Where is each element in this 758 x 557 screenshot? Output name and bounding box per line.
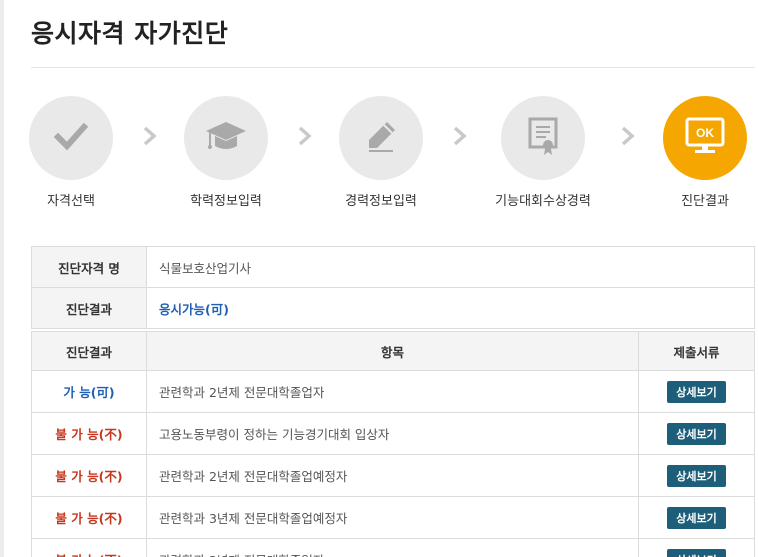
monitor-ok-icon: OK [683, 116, 727, 160]
graduation-cap-icon [204, 116, 248, 160]
header-item: 항목 [146, 331, 639, 371]
step-label: 진단결과 [681, 194, 729, 209]
certificate-icon [526, 116, 560, 160]
row-result: 불 가 능(不) [31, 454, 147, 497]
qualification-value: 식물보호산업기사 [146, 246, 755, 288]
check-icon [53, 119, 89, 157]
page-title: 응시자격 자가진단 [31, 19, 229, 48]
step-label: 기능대회수상경력 [495, 194, 591, 209]
step-circle [184, 96, 268, 180]
results-table: 진단결과 항목 제출서류 가 능(可) 관련학과 2년제 전문대학졸업자 상세보… [31, 331, 755, 557]
step-label: 경력정보입력 [345, 194, 417, 209]
row-item: 관련학과 3년제 전문대학졸업자 [146, 538, 639, 557]
diagnosis-info-table: 진단자격 명 식물보호산업기사 진단결과 응시가능(可) [31, 246, 755, 329]
row-item: 관련학과 2년제 전문대학졸업자 [146, 370, 639, 413]
qualification-row: 진단자격 명 식물보호산업기사 [31, 246, 755, 288]
table-row: 불 가 능(不) 관련학과 2년제 전문대학졸업예정자 상세보기 [31, 454, 755, 497]
row-item: 관련학과 3년제 전문대학졸업예정자 [146, 496, 639, 539]
progress-steps: 자격선택 학력정보입력 경력정보입력 기능대회수상경력 OK 진단결과 [0, 96, 758, 216]
table-row: 불 가 능(不) 고용노동부령이 정하는 기능경기대회 입상자 상세보기 [31, 412, 755, 455]
step-label: 자격선택 [47, 194, 95, 209]
step-circle [29, 96, 113, 180]
table-row: 불 가 능(不) 관련학과 3년제 전문대학졸업예정자 상세보기 [31, 496, 755, 539]
pencil-icon [363, 118, 399, 158]
step-label: 학력정보입력 [190, 194, 262, 209]
header-docs: 제출서류 [638, 331, 755, 371]
title-divider [31, 67, 755, 68]
row-item: 관련학과 2년제 전문대학졸업예정자 [146, 454, 639, 497]
row-result: 불 가 능(不) [31, 412, 147, 455]
step-qualification: 자격선택 [11, 96, 131, 209]
step-competition: 기능대회수상경력 [483, 96, 603, 209]
detail-button[interactable]: 상세보기 [667, 464, 726, 487]
row-item: 고용노동부령이 정하는 기능경기대회 입상자 [146, 412, 639, 455]
step-career: 경력정보입력 [321, 96, 441, 209]
header-result: 진단결과 [31, 331, 147, 371]
ok-text: OK [696, 126, 714, 140]
table-header: 진단결과 항목 제출서류 [31, 331, 755, 371]
detail-button[interactable]: 상세보기 [667, 506, 726, 529]
detail-button[interactable]: 상세보기 [667, 548, 726, 557]
left-border [0, 0, 4, 557]
result-value: 응시가능(可) [146, 287, 755, 329]
step-education: 학력정보입력 [166, 96, 286, 209]
qualification-label: 진단자격 명 [31, 246, 147, 288]
step-circle [339, 96, 423, 180]
row-result: 불 가 능(不) [31, 538, 147, 557]
detail-button[interactable]: 상세보기 [667, 380, 726, 403]
table-row: 불 가 능(不) 관련학과 3년제 전문대학졸업자 상세보기 [31, 538, 755, 557]
detail-button[interactable]: 상세보기 [667, 422, 726, 445]
step-result: OK 진단결과 [645, 96, 758, 209]
result-label: 진단결과 [31, 287, 147, 329]
step-circle [501, 96, 585, 180]
result-row: 진단결과 응시가능(可) [31, 287, 755, 329]
table-row: 가 능(可) 관련학과 2년제 전문대학졸업자 상세보기 [31, 370, 755, 413]
step-circle-active: OK [663, 96, 747, 180]
chevron-right-icon [143, 126, 157, 146]
chevron-right-icon [453, 126, 467, 146]
row-result: 가 능(可) [31, 370, 147, 413]
chevron-right-icon [621, 126, 635, 146]
row-result: 불 가 능(不) [31, 496, 147, 539]
chevron-right-icon [298, 126, 312, 146]
